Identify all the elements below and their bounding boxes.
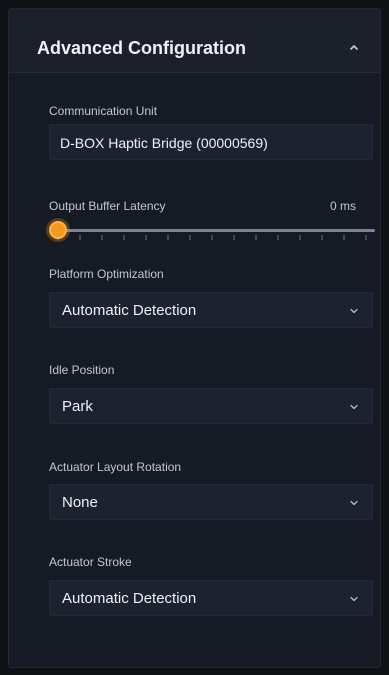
chevron-up-icon[interactable] [346, 39, 362, 55]
actuator-layout-rotation-select[interactable]: None [49, 484, 373, 520]
actuator-stroke-selected: Automatic Detection [62, 590, 197, 607]
communication-unit-label: Communication Unit [49, 104, 158, 118]
chevron-down-icon [350, 596, 358, 602]
panel-header[interactable]: Advanced Configuration [9, 9, 380, 73]
idle-position-label: Idle Position [49, 363, 115, 377]
actuator-layout-rotation-label: Actuator Layout Rotation [49, 460, 182, 474]
advanced-configuration-panel: Advanced Configuration Communication Uni… [8, 8, 381, 668]
output-buffer-latency-slider[interactable] [49, 215, 375, 245]
actuator-stroke-label: Actuator Stroke [49, 555, 132, 569]
actuator-stroke-select[interactable]: Automatic Detection [49, 580, 373, 616]
chevron-down-icon [350, 404, 358, 410]
chevron-down-icon [350, 500, 358, 506]
panel-title: Advanced Configuration [37, 38, 247, 58]
output-buffer-latency-label: Output Buffer Latency [49, 199, 166, 213]
platform-optimization-select[interactable]: Automatic Detection [49, 292, 373, 328]
slider-ticks [57, 235, 367, 240]
actuator-layout-rotation-selected: None [62, 494, 98, 511]
communication-unit-field[interactable]: D-BOX Haptic Bridge (00000569) [49, 124, 373, 160]
idle-position-selected: Park [62, 398, 93, 415]
chevron-down-icon [350, 308, 358, 314]
platform-optimization-selected: Automatic Detection [62, 302, 197, 319]
platform-optimization-label: Platform Optimization [49, 267, 164, 281]
slider-track[interactable] [49, 229, 375, 232]
communication-unit-value: D-BOX Haptic Bridge (00000569) [60, 135, 268, 151]
slider-thumb[interactable] [49, 221, 67, 239]
output-buffer-latency-value: 0 ms [329, 199, 356, 213]
idle-position-select[interactable]: Park [49, 388, 373, 424]
